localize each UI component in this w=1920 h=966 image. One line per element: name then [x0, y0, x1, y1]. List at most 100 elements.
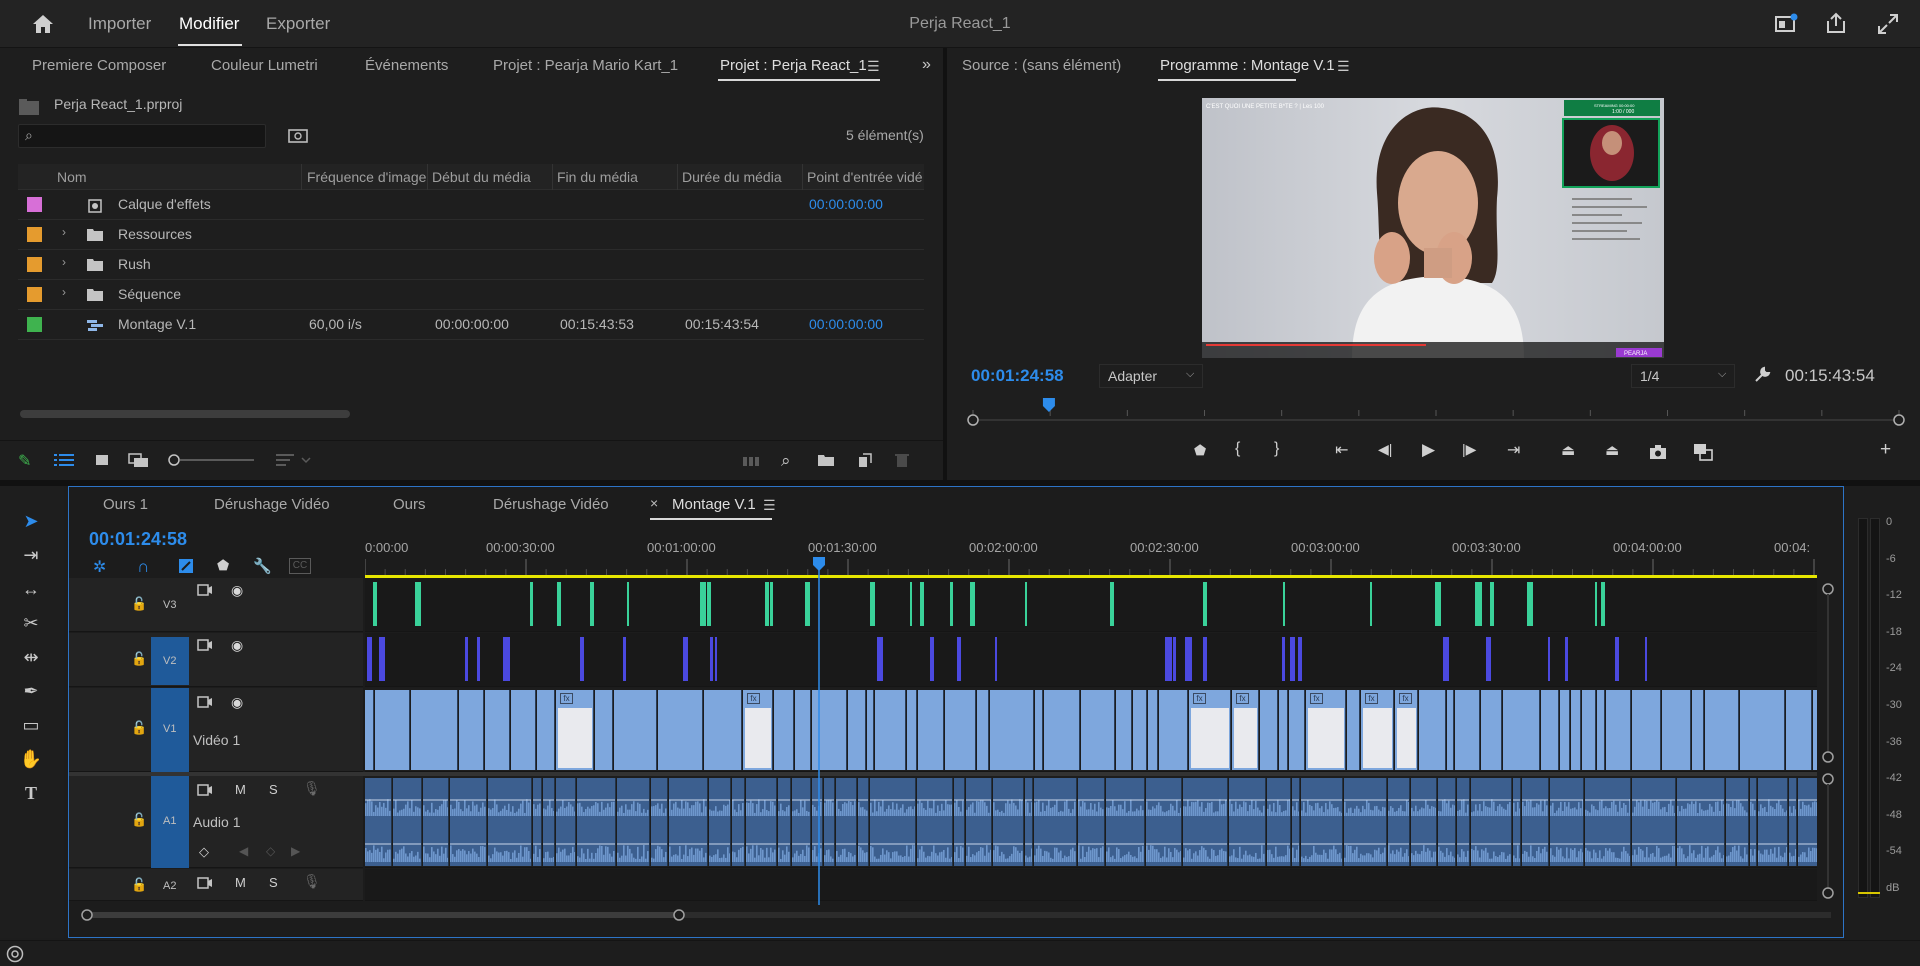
video-clip[interactable] [1503, 690, 1540, 770]
audio-clip[interactable] [709, 778, 731, 866]
video-clip[interactable] [1419, 690, 1446, 770]
video-clip[interactable] [957, 637, 961, 681]
new-bin-from-search-icon[interactable] [288, 127, 308, 143]
video-clip[interactable] [995, 637, 997, 681]
video-clip[interactable] [950, 582, 953, 626]
sync-lock-icon[interactable] [197, 583, 213, 597]
fullscreen-icon[interactable] [1876, 12, 1900, 36]
label-color-swatch[interactable] [27, 227, 42, 242]
video-clip[interactable] [1662, 690, 1691, 770]
video-clip[interactable] [1081, 690, 1115, 770]
audio-clip[interactable] [556, 778, 576, 866]
ripple-edit-tool-icon[interactable]: ↔ [18, 576, 44, 602]
expand-chevron-icon[interactable]: › [62, 225, 66, 239]
video-clip[interactable] [477, 637, 480, 681]
video-clip[interactable] [877, 637, 883, 681]
video-clip[interactable] [1595, 582, 1597, 626]
video-clip[interactable] [765, 582, 769, 626]
audio-clip[interactable] [1726, 778, 1749, 866]
audio-clip[interactable] [1229, 778, 1266, 866]
video-clip[interactable] [1148, 690, 1158, 770]
add-marker-icon[interactable]: ⬟ [217, 557, 229, 574]
track-lane-a2[interactable] [365, 869, 1817, 901]
search-box[interactable]: ⌕ [18, 124, 266, 148]
video-clip[interactable] [1203, 637, 1207, 681]
expand-chevron-icon[interactable]: › [62, 285, 66, 299]
share-icon[interactable] [1824, 11, 1848, 35]
video-clip[interactable] [910, 582, 912, 626]
video-clip[interactable] [907, 690, 917, 770]
video-clip[interactable] [580, 637, 584, 681]
project-row[interactable]: Montage V.1 60,00 i/s 00:00:00:00 00:15:43:… [18, 310, 924, 340]
tab-source[interactable]: Source : (sans élément) [962, 57, 1121, 74]
audio-clip[interactable] [1457, 778, 1470, 866]
audio-clip[interactable] [858, 778, 869, 866]
video-clip[interactable] [365, 690, 374, 770]
tab-programme[interactable]: Programme : Montage V.1 [1160, 57, 1335, 74]
rectangle-tool-icon[interactable]: ▭ [18, 712, 44, 738]
tab-derushage-1[interactable]: Dérushage Vidéo [214, 496, 330, 513]
video-clip[interactable] [1035, 690, 1043, 770]
wrench-settings-icon[interactable] [1753, 366, 1771, 384]
panel-menu-icon[interactable]: ☰ [763, 497, 776, 514]
video-clip[interactable] [770, 582, 773, 626]
button-editor-plus-icon[interactable]: + [1880, 439, 1891, 461]
expand-chevron-icon[interactable]: › [62, 255, 66, 269]
label-color-swatch[interactable] [27, 257, 42, 272]
video-clip[interactable] [1282, 637, 1285, 681]
audio-clip[interactable] [1471, 778, 1512, 866]
audio-clip[interactable] [1798, 778, 1817, 866]
video-clip[interactable]: fx [556, 690, 594, 770]
sync-lock-icon[interactable] [197, 695, 213, 709]
new-bin-icon[interactable] [817, 453, 835, 467]
col-duree[interactable]: Durée du média [682, 169, 782, 185]
video-clip[interactable] [1110, 582, 1114, 626]
captions-icon[interactable]: CC [289, 558, 311, 574]
program-time-ruler[interactable] [967, 396, 1905, 426]
lock-icon[interactable]: 🔓 [131, 877, 147, 893]
video-clip[interactable] [1443, 637, 1449, 681]
video-clip[interactable] [379, 637, 385, 681]
video-clip[interactable] [411, 690, 458, 770]
audio-clip[interactable] [1585, 778, 1631, 866]
video-clip[interactable] [848, 690, 866, 770]
zoom-slider[interactable] [168, 453, 258, 467]
lock-icon[interactable]: 🔓 [131, 812, 147, 828]
audio-clip[interactable] [1106, 778, 1145, 866]
video-clip[interactable] [1615, 637, 1619, 681]
video-clip[interactable] [1185, 637, 1192, 681]
video-clip[interactable] [990, 690, 1034, 770]
project-row[interactable]: › Rush [18, 250, 924, 280]
video-clip[interactable] [920, 582, 924, 626]
slip-tool-icon[interactable]: ⇹ [18, 644, 44, 670]
audio-clip[interactable] [1789, 778, 1797, 866]
video-clip[interactable] [1582, 690, 1596, 770]
video-clip[interactable]: fx [1232, 690, 1259, 770]
video-clip[interactable] [627, 582, 629, 626]
track-lane-a1[interactable] [365, 776, 1817, 868]
timeline-timecode[interactable]: 00:01:24:58 [89, 529, 187, 550]
lock-icon[interactable]: 🔓 [131, 596, 147, 612]
timeline-zoom-scrollbar[interactable] [81, 907, 1837, 923]
eye-icon[interactable]: ◉ [231, 694, 243, 711]
video-clip[interactable] [945, 690, 976, 770]
program-video-frame[interactable]: C'EST QUOI UNE PETITE B*TE ? | Les 100 S… [1202, 98, 1664, 358]
tab-ours[interactable]: Ours [393, 496, 426, 513]
audio-clip[interactable] [917, 778, 953, 866]
video-clip[interactable] [1490, 582, 1494, 626]
video-clip[interactable] [1813, 690, 1817, 770]
audio-clip[interactable] [1750, 778, 1757, 866]
col-nom[interactable]: Nom [57, 169, 87, 185]
video-clip[interactable] [710, 637, 713, 681]
audio-clip[interactable] [1677, 778, 1725, 866]
video-clip[interactable] [795, 690, 811, 770]
step-back-icon[interactable]: ◀| [1378, 441, 1392, 458]
col-frequence[interactable]: Fréquence d'image [307, 169, 426, 185]
sync-lock-icon[interactable] [197, 638, 213, 652]
zoom-fit-select[interactable]: Adapter ⌵ [1099, 364, 1203, 388]
label-color-swatch[interactable] [27, 317, 42, 332]
audio-clip[interactable] [1267, 778, 1291, 866]
lock-icon[interactable]: 🔓 [131, 651, 147, 667]
pen-tool-icon[interactable]: ✒ [18, 678, 44, 704]
sort-icon[interactable] [276, 452, 316, 468]
